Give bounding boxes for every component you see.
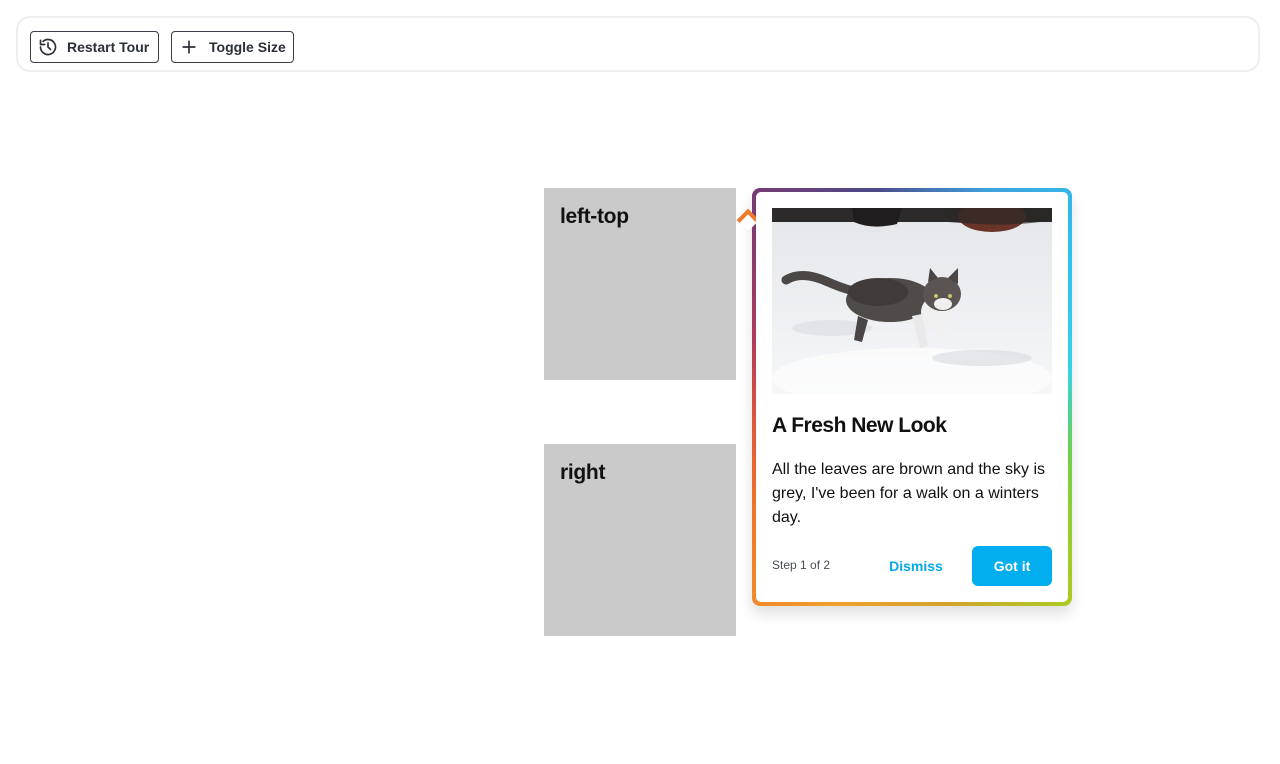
- dismiss-button[interactable]: Dismiss: [876, 546, 956, 586]
- toggle-size-label: Toggle Size: [209, 39, 286, 55]
- target-label: left-top: [560, 205, 629, 228]
- toolbar: Restart Tour Toggle Size: [16, 16, 1260, 72]
- history-icon: [38, 37, 58, 57]
- restart-tour-button[interactable]: Restart Tour: [30, 31, 159, 63]
- got-it-button[interactable]: Got it: [972, 546, 1052, 586]
- popover-content: A Fresh New Look All the leaves are brow…: [756, 192, 1068, 602]
- toggle-size-button[interactable]: Toggle Size: [171, 31, 294, 63]
- popover-cover-image: [772, 208, 1052, 394]
- tour-target-left-top: left-top: [544, 188, 736, 380]
- popover-body: All the leaves are brown and the sky is …: [772, 461, 1046, 526]
- target-label: right: [560, 461, 606, 484]
- popover-title: A Fresh New Look: [772, 414, 947, 437]
- step-indicator: Step 1 of 2: [772, 558, 831, 572]
- tour-target-right: right: [544, 444, 736, 636]
- tour-popover: A Fresh New Look All the leaves are brow…: [736, 188, 1072, 606]
- plus-icon: [179, 37, 199, 57]
- restart-tour-label: Restart Tour: [67, 39, 150, 55]
